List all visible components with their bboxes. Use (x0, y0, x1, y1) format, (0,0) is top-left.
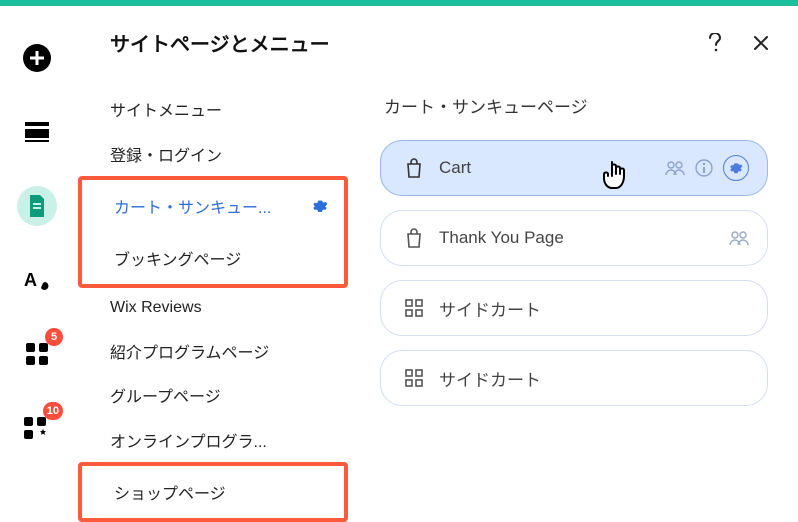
section-icon (25, 122, 49, 142)
page-settings-button[interactable] (723, 155, 749, 181)
rail-pages-button[interactable] (17, 186, 57, 226)
bag-icon (403, 228, 425, 248)
category-label: グループページ (110, 383, 221, 407)
category-label: カート・サンキュー... (114, 194, 271, 218)
rail-settings-button[interactable]: 10 (17, 408, 57, 448)
page-list-title: カート・サンキューページ (384, 93, 768, 118)
plus-circle-icon (22, 43, 52, 73)
panel-body: サイトメニュー 登録・ログイン カート・サンキュー... ブッキングページ Wi… (74, 71, 798, 522)
gear-icon (312, 198, 328, 214)
category-label: 紹介プログラムページ (110, 339, 269, 363)
members-icon[interactable] (729, 230, 749, 246)
page-row-sidecart-1[interactable]: サイドカート (380, 280, 768, 336)
close-icon (753, 35, 769, 51)
apps-grid-icon (26, 343, 48, 365)
help-icon (708, 33, 722, 53)
category-label: 登録・ログイン (110, 142, 222, 166)
page-row-label: Thank You Page (439, 228, 729, 248)
category-label: オンラインプログラ... (110, 428, 267, 452)
category-shop[interactable]: ショップページ (82, 466, 344, 518)
page-icon (27, 195, 47, 217)
page-row-sidecart-2[interactable]: サイドカート (380, 350, 768, 406)
svg-text:A: A (24, 270, 37, 290)
category-booking[interactable]: ブッキングページ (82, 232, 344, 284)
panel-header: サイトページとメニュー (74, 6, 798, 71)
category-cart-thankyou[interactable]: カート・サンキュー... (82, 180, 344, 232)
grid-icon (403, 299, 425, 317)
page-row-actions (729, 230, 749, 246)
members-icon[interactable] (665, 160, 685, 176)
category-signup-login[interactable]: 登録・ログイン (74, 132, 352, 177)
category-label: ショップページ (114, 480, 226, 504)
panel-title: サイトページとメニュー (110, 28, 704, 57)
highlight-group-2: ショップページ (78, 462, 348, 522)
bag-icon (403, 158, 425, 178)
rail-settings-badge: 10 (43, 402, 63, 420)
page-row-actions (665, 155, 749, 181)
design-icon: A (24, 268, 50, 292)
left-rail: A 5 10 (0, 6, 74, 522)
pages-panel: サイトページとメニュー サイトメニュー 登録・ログイン カート・サンキュー... (74, 6, 798, 522)
header-actions (704, 32, 772, 54)
category-label: サイトメニュー (110, 97, 222, 121)
page-row-thankyou[interactable]: Thank You Page (380, 210, 768, 266)
page-row-label: Cart (439, 158, 665, 178)
category-site-menu[interactable]: サイトメニュー (74, 87, 352, 132)
gear-icon (729, 161, 743, 175)
category-wix-reviews[interactable]: Wix Reviews (74, 288, 352, 328)
category-label: Wix Reviews (110, 299, 202, 317)
category-groups[interactable]: グループページ (74, 373, 352, 418)
page-row-label: サイドカート (439, 296, 749, 321)
close-button[interactable] (750, 32, 772, 54)
apps-gear-icon (24, 417, 50, 439)
page-row-cart[interactable]: Cart (380, 140, 768, 196)
category-online-programs[interactable]: オンラインプログラ... (74, 417, 352, 462)
category-label: ブッキングページ (114, 246, 241, 270)
category-settings-button[interactable] (312, 198, 328, 214)
highlight-group-1: カート・サンキュー... ブッキングページ (78, 176, 348, 288)
category-referral[interactable]: 紹介プログラムページ (74, 328, 352, 373)
rail-add-button[interactable] (17, 38, 57, 78)
rail-sections-button[interactable] (17, 112, 57, 152)
grid-icon (403, 369, 425, 387)
rail-design-button[interactable]: A (17, 260, 57, 300)
rail-apps-badge: 5 (45, 328, 63, 346)
page-category-list: サイトメニュー 登録・ログイン カート・サンキュー... ブッキングページ Wi… (74, 71, 352, 522)
page-row-label: サイドカート (439, 366, 749, 391)
info-icon[interactable] (695, 159, 713, 177)
rail-apps-button[interactable]: 5 (17, 334, 57, 374)
help-button[interactable] (704, 32, 726, 54)
page-list-pane: カート・サンキューページ Cart (352, 71, 798, 522)
